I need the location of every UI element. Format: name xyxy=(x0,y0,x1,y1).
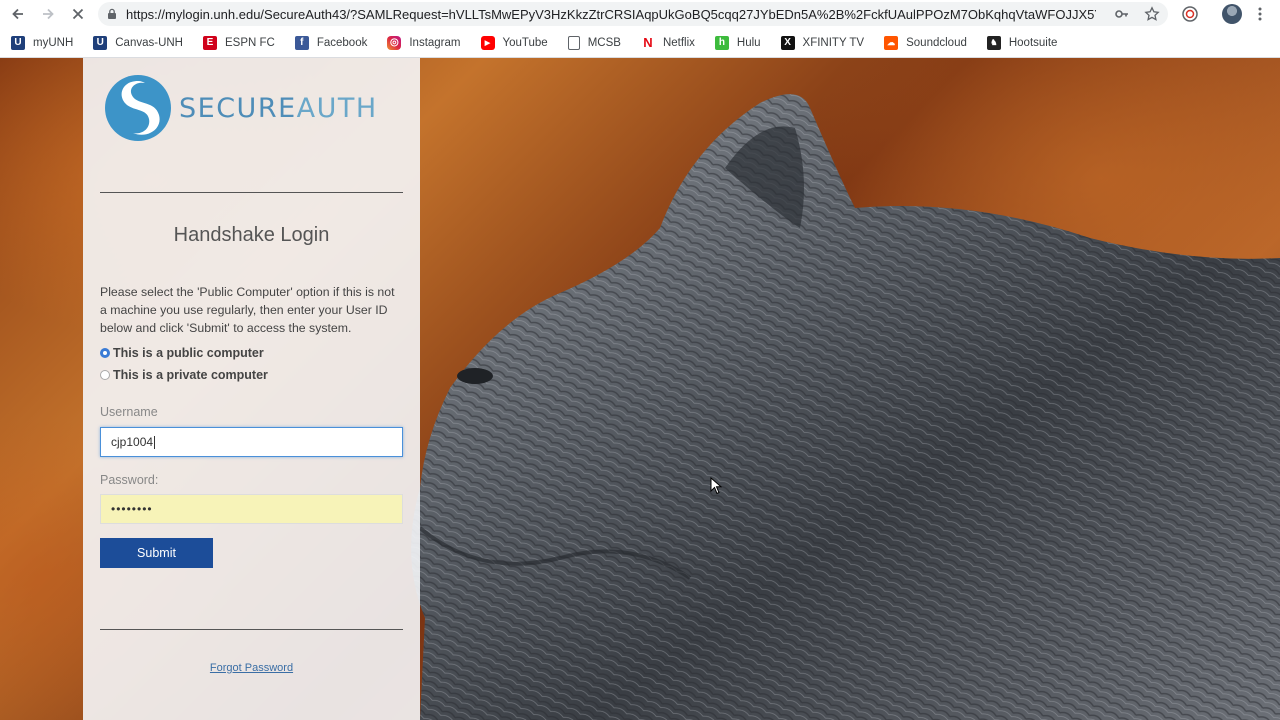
bookmark-hootsuite[interactable]: ♞ Hootsuite xyxy=(976,31,1067,55)
radio-private-label: This is a private computer xyxy=(113,368,268,382)
username-value: cjp1004 xyxy=(111,435,154,449)
soundcloud-icon: ☁ xyxy=(884,35,899,50)
radio-public-label: This is a public computer xyxy=(113,346,264,360)
bookmark-label: XFINITY TV xyxy=(802,36,865,49)
radio-button-unselected[interactable] xyxy=(100,370,110,380)
radio-button-selected[interactable] xyxy=(100,348,110,358)
password-label: Password: xyxy=(100,473,159,487)
bookmark-label: Hootsuite xyxy=(1008,36,1058,49)
submit-button[interactable]: Submit xyxy=(100,538,213,568)
radio-private-computer[interactable]: This is a private computer xyxy=(100,368,268,382)
close-icon xyxy=(72,8,84,20)
text-caret xyxy=(154,435,156,449)
hulu-icon: h xyxy=(714,35,729,50)
lock-icon xyxy=(106,8,118,20)
mouse-cursor-icon xyxy=(710,477,722,495)
youtube-icon: ▶ xyxy=(480,35,495,50)
address-bar[interactable]: https://mylogin.unh.edu/SecureAuth43/?SA… xyxy=(98,2,1168,26)
divider-top xyxy=(100,192,403,193)
secureauth-logo-mark xyxy=(105,75,171,141)
secureauth-logo: SECUREAUTH xyxy=(103,73,378,143)
bookmark-espn-fc[interactable]: E ESPN FC xyxy=(192,31,284,55)
hootsuite-icon: ♞ xyxy=(986,35,1001,50)
password-field[interactable]: •••••••• xyxy=(100,494,403,524)
page-icon xyxy=(567,35,580,50)
bookmark-instagram[interactable]: ◎ Instagram xyxy=(376,31,469,55)
bookmark-label: myUNH xyxy=(33,36,74,49)
back-arrow-icon xyxy=(12,8,23,20)
bookmark-hulu[interactable]: h Hulu xyxy=(704,31,770,55)
bookmark-facebook[interactable]: f Facebook xyxy=(284,31,377,55)
cougar-statue-image xyxy=(411,94,1280,720)
username-field[interactable]: cjp1004 xyxy=(100,427,403,457)
divider-bottom xyxy=(100,629,403,630)
menu-kebab-icon[interactable] xyxy=(1251,5,1269,23)
extension-icon[interactable] xyxy=(1181,5,1199,23)
profile-avatar[interactable] xyxy=(1222,4,1242,24)
bookmark-canvas-unh[interactable]: U Canvas-UNH xyxy=(82,31,192,55)
username-label: Username xyxy=(100,405,158,419)
bookmark-label: YouTube xyxy=(502,36,548,49)
bookmark-label: Canvas-UNH xyxy=(115,36,183,49)
bookmark-youtube[interactable]: ▶ YouTube xyxy=(470,31,557,55)
bookmark-xfinity-tv[interactable]: X XFINITY TV xyxy=(770,31,874,55)
bookmark-label: MCSB xyxy=(587,36,621,49)
bookmark-star-icon[interactable] xyxy=(1144,6,1160,22)
netflix-icon: N xyxy=(643,35,653,50)
secureauth-logo-text: SECUREAUTH xyxy=(179,93,378,124)
bookmark-label: ESPN FC xyxy=(225,36,275,49)
bookmarks-bar: U myUNH U Canvas-UNH E ESPN FC f Faceboo… xyxy=(0,28,1280,58)
logo-text-auth: AUTH xyxy=(296,92,378,124)
forgot-password-link[interactable]: Forgot Password xyxy=(83,662,420,674)
login-page: SECUREAUTH Handshake Login Please select… xyxy=(0,58,1280,720)
password-value: •••••••• xyxy=(111,502,153,516)
radio-public-computer[interactable]: This is a public computer xyxy=(100,346,264,360)
shield-icon: U xyxy=(93,35,108,50)
stop-loading-button[interactable] xyxy=(66,2,90,26)
bookmark-mcsb[interactable]: MCSB xyxy=(557,31,630,55)
xfinity-icon: X xyxy=(780,35,795,50)
facebook-icon: f xyxy=(294,35,309,50)
forward-button[interactable] xyxy=(36,2,60,26)
bookmark-label: Netflix xyxy=(662,36,695,49)
bookmark-soundcloud[interactable]: ☁ Soundcloud xyxy=(873,31,976,55)
shield-icon: U xyxy=(11,35,25,50)
bookmark-netflix[interactable]: N Netflix xyxy=(630,31,704,55)
back-button[interactable] xyxy=(6,2,30,26)
bookmark-label: Facebook xyxy=(316,36,368,49)
instagram-icon: ◎ xyxy=(387,35,402,50)
espn-icon: E xyxy=(203,35,217,50)
page-title: Handshake Login xyxy=(173,224,330,246)
login-panel: SECUREAUTH Handshake Login Please select… xyxy=(83,58,420,720)
bookmark-myunh[interactable]: U myUNH xyxy=(0,31,82,55)
bookmark-label: Hulu xyxy=(736,36,761,49)
logo-text-secure: SECURE xyxy=(179,92,297,124)
bookmark-label: Soundcloud xyxy=(906,36,967,49)
url-text: https://mylogin.unh.edu/SecureAuth43/?SA… xyxy=(126,6,1096,22)
browser-toolbar: https://mylogin.unh.edu/SecureAuth43/?SA… xyxy=(0,0,1280,28)
bookmark-label: Instagram xyxy=(409,36,461,49)
instructions-text: Please select the 'Public Computer' opti… xyxy=(100,285,395,335)
key-icon[interactable] xyxy=(1114,6,1130,22)
forward-arrow-icon xyxy=(43,8,54,20)
